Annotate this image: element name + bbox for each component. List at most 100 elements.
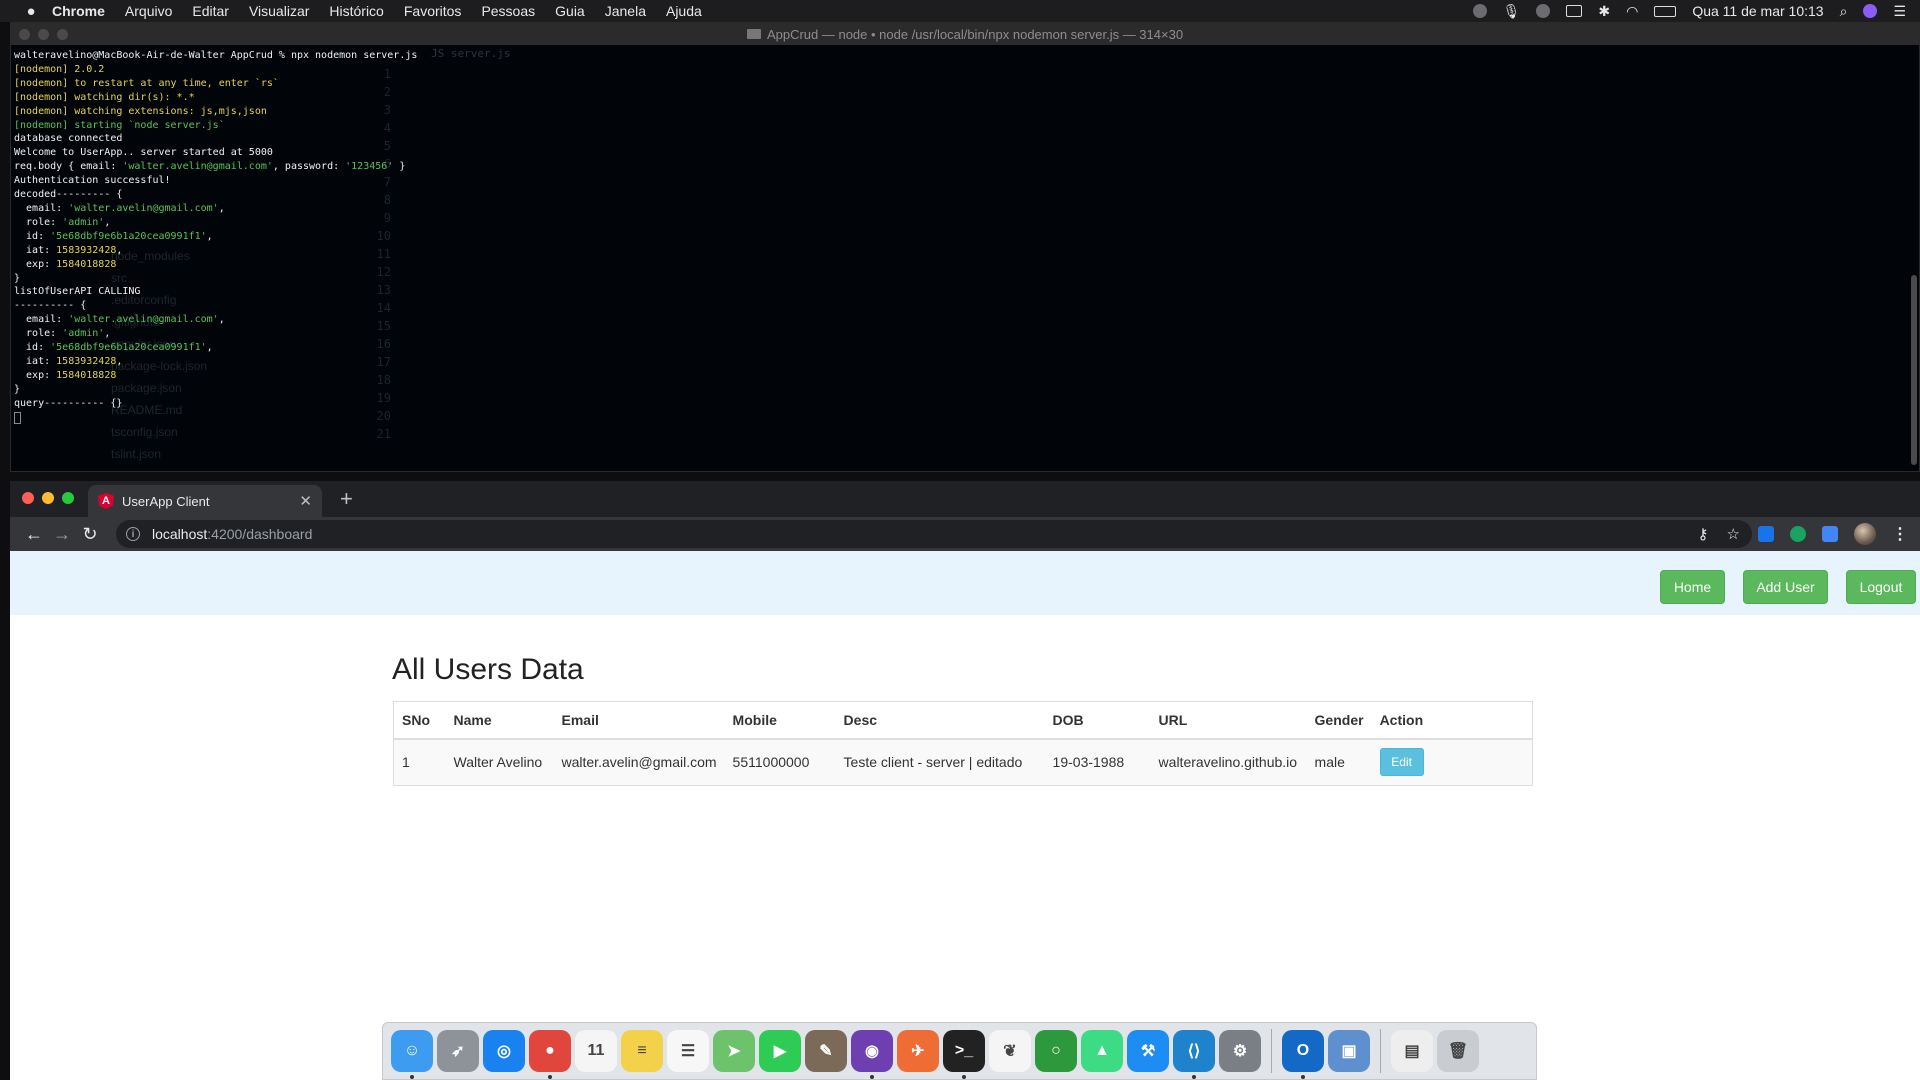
tab-userapp-client[interactable]: A UserApp Client ✕ — [88, 485, 322, 517]
macos-menubar: ● Chrome Arquivo Editar Visualizar Histó… — [0, 0, 1920, 22]
users-table: SNo Name Email Mobile Desc DOB URL Gende… — [393, 701, 1533, 786]
green-extension-icon[interactable] — [1790, 526, 1806, 542]
maps-icon[interactable]: ➤ — [713, 1030, 755, 1072]
microphone-icon[interactable]: 🎙 — [1503, 3, 1521, 20]
close-window-icon[interactable] — [22, 492, 34, 504]
chrome-icon[interactable]: ● — [529, 1030, 571, 1079]
terminal-line: iat: 1583932428, — [14, 244, 123, 256]
menu-janela[interactable]: Janela — [605, 3, 646, 19]
address-bar[interactable]: i localhost:4200/dashboard ⚷ ☆ — [116, 520, 1752, 548]
terminal-line: query---------- {} — [14, 397, 123, 409]
close-tab-icon[interactable]: ✕ — [299, 492, 312, 510]
edit-button[interactable]: Edit — [1379, 748, 1424, 777]
terminal-line: Welcome to UserApp.. server started at 5… — [14, 147, 273, 159]
reload-icon[interactable]: ↻ — [76, 524, 104, 545]
new-tab-icon[interactable]: + — [340, 488, 353, 510]
github-desktop-icon[interactable]: ◉ — [851, 1030, 893, 1079]
spotlight-search-icon[interactable]: ⌕ — [1840, 3, 1848, 20]
back-icon[interactable]: ← — [20, 524, 48, 545]
bookmark-star-icon[interactable]: ☆ — [1727, 525, 1740, 543]
outlook-icon[interactable]: O — [1282, 1030, 1324, 1079]
col-action: Action — [1371, 701, 1533, 740]
wifi-icon[interactable]: ◠ — [1626, 3, 1638, 20]
calendar-icon[interactable]: 11 — [575, 1030, 617, 1072]
facetime-icon[interactable]: ▶ — [759, 1030, 801, 1072]
menu-visualizar[interactable]: Visualizar — [249, 3, 309, 19]
menu-ajuda[interactable]: Ajuda — [666, 3, 702, 19]
status-app-2-icon[interactable] — [1536, 4, 1551, 18]
menu-arquivo[interactable]: Arquivo — [125, 3, 172, 19]
downloads-folder-icon[interactable]: ▤ — [1391, 1030, 1433, 1072]
page-viewport: Home Add User Logout All Users Data SNo … — [10, 551, 1920, 1080]
terminal-titlebar[interactable]: AppCrud — node • node /usr/local/bin/npx… — [11, 23, 1919, 45]
minimize-window-icon[interactable] — [38, 29, 49, 40]
dock-running-indicator — [548, 1075, 552, 1079]
megaphone-extension-icon[interactable] — [1822, 526, 1838, 542]
menu-editar[interactable]: Editar — [192, 3, 229, 19]
launchpad-icon[interactable]: ➶ — [437, 1030, 479, 1072]
terminal-scrollbar[interactable] — [1911, 275, 1917, 465]
menu-historico[interactable]: Histórico — [329, 3, 383, 19]
more-menu-icon[interactable]: ⋮ — [1892, 524, 1908, 544]
reminders-icon[interactable]: ☰ — [667, 1030, 709, 1072]
cell-email: walter.avelin@gmail.com — [553, 738, 725, 786]
terminal-cursor — [14, 411, 21, 424]
page-title: All Users Data — [392, 653, 584, 686]
menu-guia[interactable]: Guia — [555, 3, 585, 19]
col-name: Name — [445, 701, 554, 740]
terminal-line: ---------- { — [14, 300, 87, 312]
dock-separator — [1271, 1029, 1272, 1073]
screen-icon[interactable] — [1566, 5, 1583, 17]
home-button[interactable]: Home — [1660, 570, 1725, 604]
robo3t-icon[interactable]: ○ — [1035, 1030, 1077, 1072]
forward-icon[interactable]: → — [48, 524, 76, 545]
terminal-icon[interactable]: >_ — [943, 1030, 985, 1079]
col-url: URL — [1150, 701, 1307, 740]
folder-icon — [746, 29, 761, 39]
terminal-line: [nodemon] to restart at any time, enter … — [14, 77, 279, 89]
preview-icon[interactable]: ▣ — [1328, 1030, 1370, 1072]
zoom-window-icon[interactable] — [57, 29, 68, 40]
add-user-button[interactable]: Add User — [1743, 570, 1828, 604]
menu-favoritos[interactable]: Favoritos — [404, 3, 462, 19]
terminal-lines: walteravelino@MacBook-Air-de-Walter AppC… — [14, 49, 417, 424]
mongodb-compass-icon[interactable]: ❦ — [989, 1030, 1031, 1072]
terminal-line: exp: 1584018828 — [14, 258, 117, 270]
siri-icon[interactable] — [1863, 4, 1878, 18]
terminal-line: } — [14, 272, 21, 284]
apple-menu-icon[interactable]: ● — [20, 3, 42, 20]
terminal-line: role: 'admin', — [14, 216, 111, 228]
menubar-clock[interactable]: Qua 11 de mar 10:13 — [1692, 3, 1823, 19]
xcode-icon[interactable]: ⚒ — [1127, 1030, 1169, 1072]
android-studio-icon[interactable]: ▲ — [1081, 1030, 1123, 1072]
trash-icon[interactable]: 🗑 — [1437, 1030, 1479, 1072]
cell-url: walteravelino.github.io — [1150, 738, 1307, 786]
postman-icon[interactable]: ✈ — [897, 1030, 939, 1072]
notification-center-icon[interactable]: ☰ — [1893, 3, 1906, 20]
finder-icon[interactable]: ☺ — [391, 1030, 433, 1079]
download-extension-icon[interactable] — [1758, 526, 1774, 542]
terminal-line: Authentication successful! — [14, 175, 171, 187]
cell-name: Walter Avelino — [445, 738, 554, 786]
terminal-traffic-lights — [19, 29, 68, 40]
notes-icon[interactable]: ≡ — [621, 1030, 663, 1072]
site-info-icon[interactable]: i — [126, 527, 140, 541]
key-icon[interactable]: ⚷ — [1698, 525, 1709, 543]
close-window-icon[interactable] — [19, 29, 30, 40]
gimp-icon[interactable]: ✎ — [805, 1030, 847, 1072]
col-mobile: Mobile — [724, 701, 836, 740]
bluetooth-icon[interactable]: ✱ — [1598, 3, 1610, 20]
minimize-window-icon[interactable] — [42, 492, 54, 504]
terminal-line: id: '5e68dbf9e6b1a20cea0991f1', — [14, 342, 213, 354]
vscode-icon[interactable]: ⟨⟩ — [1173, 1030, 1215, 1079]
safari-icon[interactable]: ◎ — [483, 1030, 525, 1072]
status-app-icon[interactable] — [1472, 4, 1487, 18]
menu-app-name[interactable]: Chrome — [52, 3, 105, 19]
logout-button[interactable]: Logout — [1846, 570, 1916, 604]
system-preferences-icon[interactable]: ⚙ — [1219, 1030, 1261, 1072]
zoom-window-icon[interactable] — [62, 492, 74, 504]
terminal-output[interactable]: JS server.js node_modules src .editorconfi… — [11, 45, 1919, 471]
menu-pessoas[interactable]: Pessoas — [481, 3, 535, 19]
profile-avatar[interactable] — [1854, 523, 1876, 545]
battery-icon[interactable] — [1654, 5, 1677, 17]
